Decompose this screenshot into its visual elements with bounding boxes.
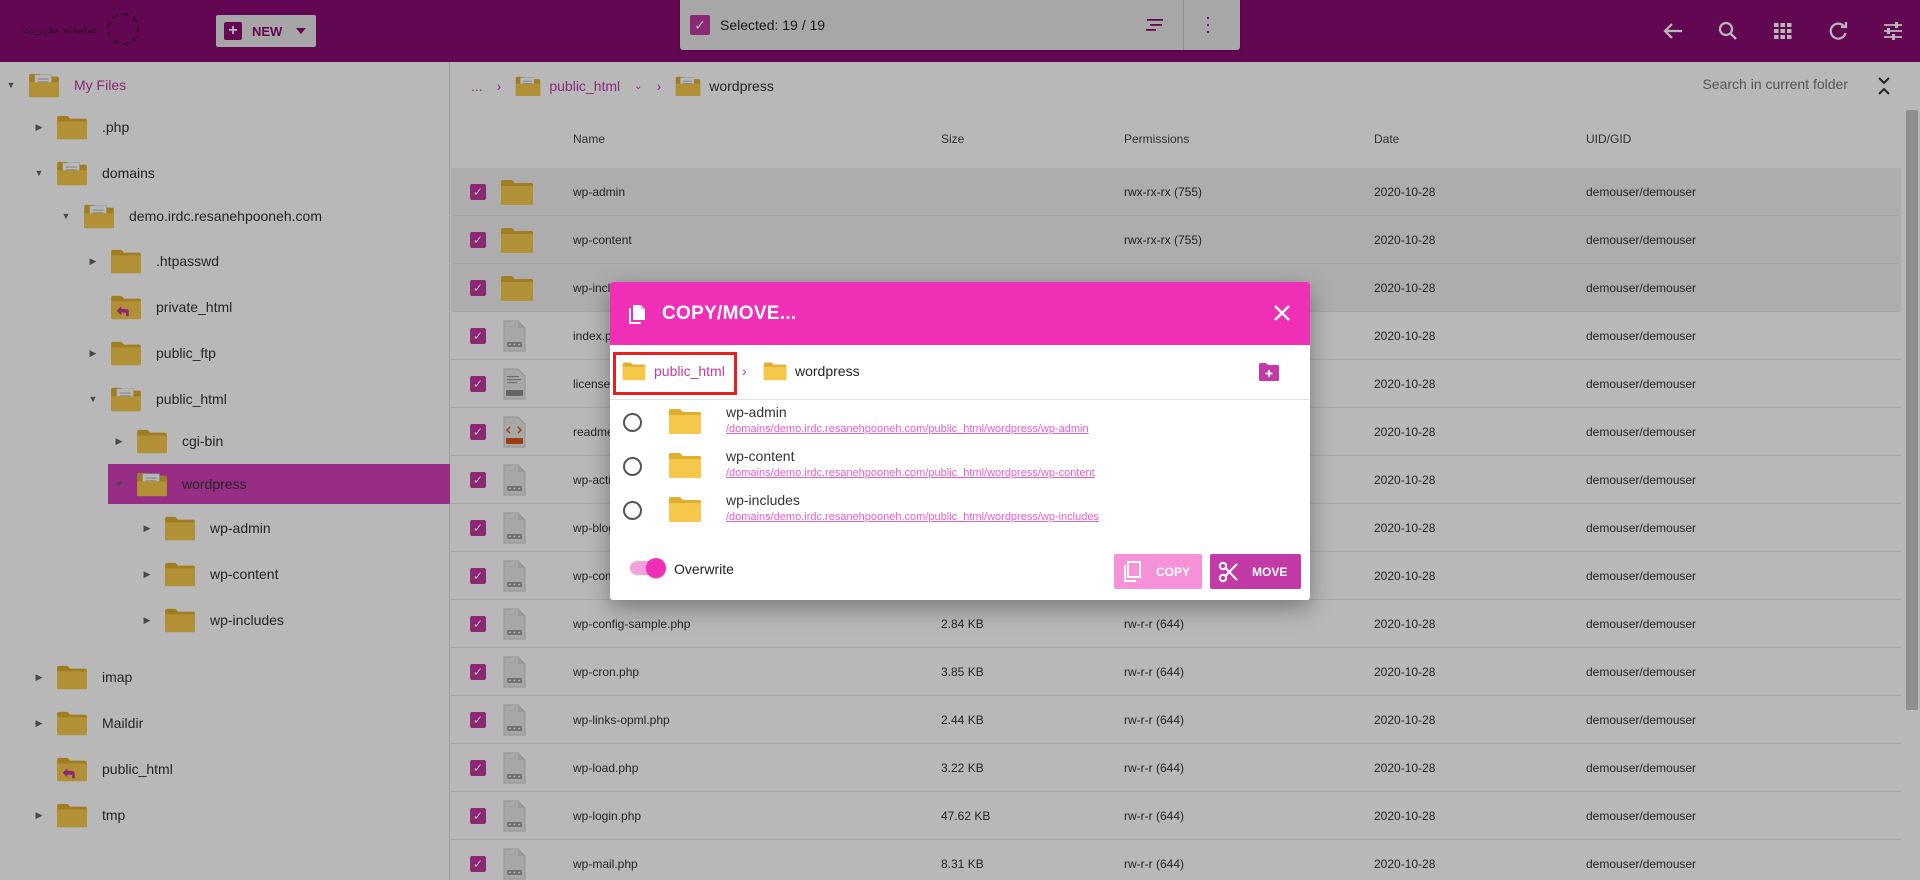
dialog-folder-path-link[interactable]: /domains/demo.irdc.resanehpooneh.com/pub…	[726, 467, 1095, 479]
copy-move-dialog: COPY/MOVE... public_html › wordpress wp-…	[610, 282, 1310, 600]
toggle-knob	[646, 558, 666, 578]
dialog-crumb-public-html[interactable]: public_html	[622, 361, 725, 381]
folder-radio[interactable]	[623, 501, 642, 520]
overwrite-toggle[interactable]	[630, 558, 666, 578]
folder-icon	[668, 494, 702, 524]
folder-radio[interactable]	[623, 457, 642, 476]
dialog-header: COPY/MOVE...	[610, 282, 1310, 345]
cut-scissors-icon	[1218, 561, 1238, 582]
folder-radio[interactable]	[623, 413, 642, 432]
dialog-crumb-wordpress[interactable]: wordpress	[763, 361, 860, 381]
copy-file-icon	[629, 304, 645, 324]
folder-icon	[763, 361, 787, 381]
dialog-folder-name: wp-content	[726, 448, 795, 464]
new-folder-icon[interactable]	[1258, 362, 1280, 382]
overwrite-label: Overwrite	[674, 561, 734, 577]
folder-icon	[668, 406, 702, 436]
dialog-folder-path-link[interactable]: /domains/demo.irdc.resanehpooneh.com/pub…	[726, 423, 1089, 435]
dialog-crumb-label: public_html	[654, 363, 725, 379]
folder-icon	[668, 450, 702, 480]
dialog-folder-option[interactable]: wp-includes /domains/demo.irdc.resanehpo…	[610, 488, 1310, 532]
close-icon[interactable]	[1270, 301, 1294, 325]
dialog-crumb-label: wordpress	[795, 363, 860, 379]
copy-icon	[1124, 560, 1141, 582]
dialog-folder-name: wp-includes	[726, 492, 800, 508]
dialog-folder-name: wp-admin	[726, 404, 787, 420]
move-button[interactable]: MOVE	[1210, 554, 1301, 589]
chevron-right-icon: ›	[742, 363, 747, 379]
copy-button-label: COPY	[1156, 564, 1191, 579]
dialog-folder-option[interactable]: wp-admin /domains/demo.irdc.resanehpoone…	[610, 400, 1310, 444]
dialog-folder-path-link[interactable]: /domains/demo.irdc.resanehpooneh.com/pub…	[726, 511, 1099, 523]
dialog-title: COPY/MOVE...	[662, 302, 797, 324]
folder-icon	[622, 361, 646, 381]
dialog-folder-option[interactable]: wp-content /domains/demo.irdc.resanehpoo…	[610, 444, 1310, 488]
dialog-breadcrumb: public_html › wordpress	[610, 345, 1310, 400]
copy-button[interactable]: COPY	[1114, 554, 1202, 589]
move-button-label: MOVE	[1252, 564, 1288, 579]
